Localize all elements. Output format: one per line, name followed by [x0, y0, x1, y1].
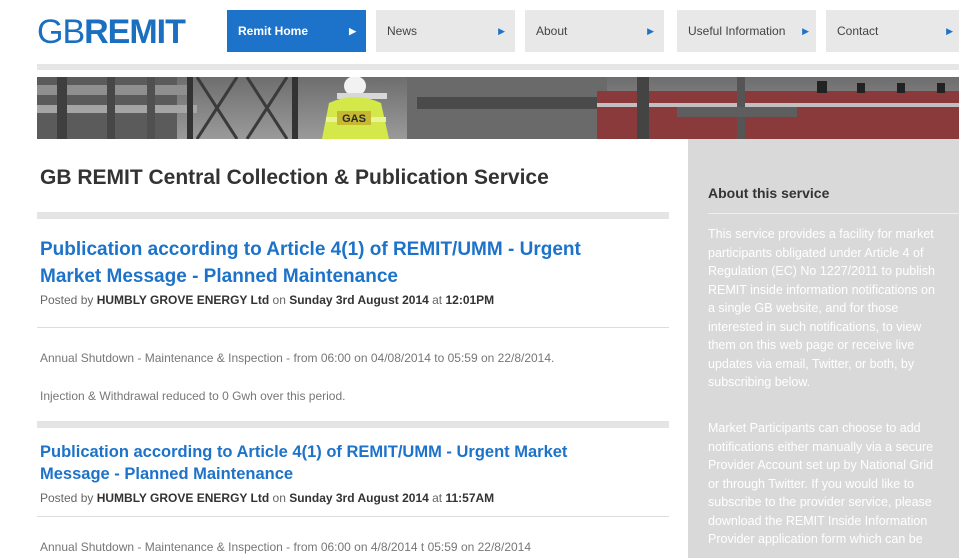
nav-label: News: [387, 24, 418, 38]
logo-gb: GB: [37, 13, 85, 51]
about-sidebar: About this service This service provides…: [688, 139, 959, 558]
post-date: Sunday 3rd August 2014: [289, 491, 429, 505]
text-line: participants obligated under Article 4 o…: [708, 245, 924, 260]
sidebar-paragraph: Market Participants can choose to add no…: [708, 419, 959, 549]
chevron-right-icon: ▶: [647, 26, 654, 36]
post-time: 11:57AM: [445, 491, 495, 505]
text-line: or through Twitter. If you would like to: [708, 476, 915, 491]
nav-useful-information[interactable]: Useful Information ▶: [677, 10, 816, 52]
posted-by-label: Posted by: [40, 491, 97, 505]
post-title-line: Market Message - Planned Maintenance: [40, 266, 398, 287]
text-line: Market Participants can choose to add: [708, 421, 921, 435]
sidebar-paragraph: This service provides a facility for mar…: [708, 225, 959, 392]
post-time: 12:01PM: [445, 293, 495, 307]
nav-label: About: [536, 24, 568, 38]
nav-label: Remit Home: [238, 24, 309, 38]
section-divider: [37, 212, 669, 219]
at-label: at: [428, 491, 446, 505]
post-meta: Posted by HUMBLY GROVE ENERGY Ltd on Sun…: [40, 293, 494, 307]
text-line: interested in such notifications, to vie…: [708, 319, 922, 334]
nav-remit-home[interactable]: Remit Home ▶: [227, 10, 366, 52]
logo-remit: REMIT: [84, 13, 186, 51]
page-title: GB REMIT Central Collection & Publicatio…: [40, 166, 549, 189]
text-line: subscribe to the provider service, pleas…: [708, 495, 932, 509]
post-author: HUMBLY GROVE ENERGY Ltd: [96, 491, 270, 505]
post-meta: Posted by HUMBLY GROVE ENERGY Ltd on Sun…: [40, 491, 494, 505]
post-body-text: Annual Shutdown - Maintenance & Inspecti…: [40, 540, 532, 554]
post-body-text: Injection & Withdrawal reduced to 0 Gwh …: [40, 389, 346, 403]
post-title-line: Message - Planned Maintenance: [40, 465, 294, 483]
post-body-text: Annual Shutdown - Maintenance & Inspecti…: [40, 351, 555, 365]
sidebar-divider: [708, 213, 959, 214]
post-title-link[interactable]: Publication according to Article 4(1) of…: [40, 236, 581, 290]
gas-badge: GAS: [342, 113, 366, 125]
text-line: subscribing below.: [708, 375, 811, 389]
chevron-right-icon: ▶: [802, 26, 809, 36]
chevron-right-icon: ▶: [349, 26, 356, 36]
post-title-line: Publication according to Article 4(1) of…: [40, 443, 568, 461]
post-title-link[interactable]: Publication according to Article 4(1) of…: [40, 441, 567, 485]
banner-image: GAS: [37, 77, 959, 139]
text-line: notifications either manually via a secu…: [708, 439, 934, 454]
nav-label: Useful Information: [688, 24, 786, 38]
text-line: Provider application form which can be: [708, 532, 923, 546]
at-label: at: [428, 293, 446, 307]
post-date: Sunday 3rd August 2014: [289, 293, 429, 307]
section-divider: [37, 421, 669, 428]
text-line: Regulation (EC) No 1227/2011 to publish: [708, 264, 935, 278]
text-line: a single GB website, and for those: [708, 301, 899, 315]
post-divider: [37, 516, 669, 517]
posted-by-label: Posted by: [40, 293, 97, 307]
text-line: REMIT inside information notifications o…: [708, 282, 935, 297]
on-label: on: [269, 491, 290, 505]
nav-news[interactable]: News ▶: [376, 10, 515, 52]
text-line: them on this web page or receive live: [708, 338, 915, 352]
text-line: This service provides a facility for mar…: [708, 227, 934, 241]
post-author: HUMBLY GROVE ENERGY Ltd: [96, 293, 270, 307]
sidebar-title: About this service: [708, 185, 830, 201]
text-line: updates via email, Twitter, or both, by: [708, 356, 915, 371]
post-title-line: Publication according to Article 4(1) of…: [40, 239, 581, 260]
header-divider: [37, 64, 959, 70]
site-logo[interactable]: GBREMIT: [37, 12, 186, 52]
nav-about[interactable]: About ▶: [525, 10, 664, 52]
nav-contact[interactable]: Contact ▶: [826, 10, 959, 52]
chevron-right-icon: ▶: [946, 26, 953, 36]
industrial-scene-image: GAS: [37, 77, 959, 139]
post-divider: [37, 327, 669, 328]
text-line: Provider Account set up by National Grid: [708, 458, 934, 472]
nav-label: Contact: [837, 24, 879, 38]
on-label: on: [269, 293, 290, 307]
chevron-right-icon: ▶: [498, 26, 505, 36]
text-line: download the REMIT Inside Information: [708, 513, 928, 528]
